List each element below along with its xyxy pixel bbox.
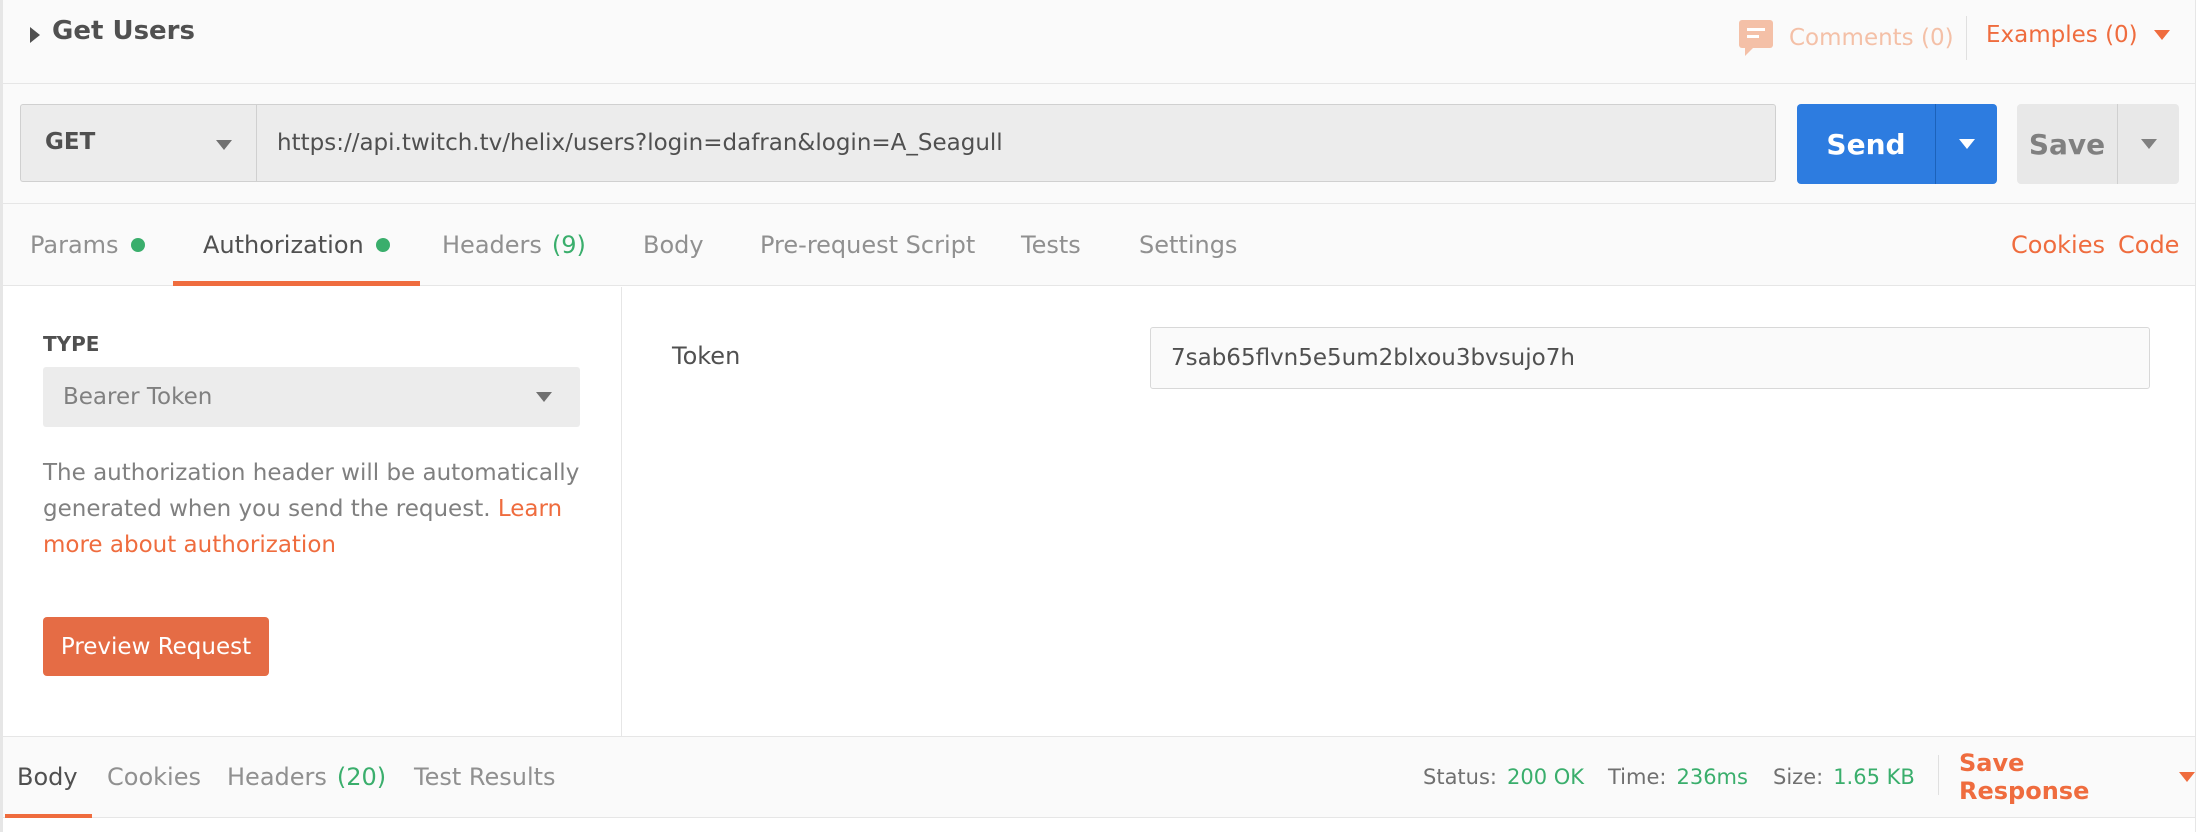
save-button[interactable]: Save: [2017, 104, 2117, 184]
preview-request-button[interactable]: Preview Request: [43, 617, 269, 676]
save-response-dropdown[interactable]: Save Response: [1959, 737, 2195, 817]
response-tab-headers-label: Headers: [227, 763, 327, 791]
token-label: Token: [672, 342, 741, 370]
time-readout: Time: 236ms: [1608, 737, 1748, 817]
response-bar: Body Cookies Headers (20) Test Results S…: [3, 736, 2195, 819]
response-tab-body-label: Body: [17, 763, 78, 791]
request-panel: Get Users Comments (0) Examples (0) GET: [0, 0, 2198, 832]
auth-type-value: Bearer Token: [63, 384, 213, 410]
send-button[interactable]: Send: [1797, 104, 1935, 184]
tab-settings-label: Settings: [1139, 231, 1238, 259]
response-tab-body[interactable]: Body: [5, 737, 92, 819]
scrollbar[interactable]: [2195, 0, 2210, 832]
code-link[interactable]: Code: [2118, 204, 2179, 286]
response-tab-test-results-label: Test Results: [414, 763, 556, 791]
auth-type-panel: TYPE Bearer Token The authorization head…: [3, 287, 622, 736]
response-tab-headers[interactable]: Headers (20): [227, 737, 386, 817]
status-value[interactable]: 200 OK: [1507, 765, 1584, 789]
response-tab-test-results[interactable]: Test Results: [414, 737, 556, 817]
tab-body[interactable]: Body: [643, 204, 704, 286]
status-label: Status:: [1423, 765, 1497, 789]
chevron-down-icon: [2140, 139, 2157, 149]
examples-label: Examples (0): [1986, 22, 2138, 48]
comments-label: Comments (0): [1789, 25, 1954, 51]
cookies-link[interactable]: Cookies: [2011, 204, 2105, 286]
size-readout: Size: 1.65 KB: [1773, 737, 1915, 817]
save-response-label: Save Response: [1959, 749, 2090, 805]
size-label: Size:: [1773, 765, 1824, 789]
status-readout: Status: 200 OK: [1423, 737, 1584, 817]
chevron-down-icon: [216, 140, 232, 150]
response-divider: [1938, 755, 1939, 795]
tab-prerequest-script[interactable]: Pre-request Script: [760, 204, 975, 286]
url-bar: GET https://api.twitch.tv/helix/users?lo…: [3, 84, 2195, 204]
method-select[interactable]: GET: [20, 104, 256, 182]
send-button-group: Send: [1797, 104, 1997, 184]
request-name[interactable]: Get Users: [52, 16, 195, 46]
send-options-button[interactable]: [1935, 104, 1997, 184]
save-button-group: Save: [2017, 104, 2179, 184]
tab-authorization[interactable]: Authorization: [173, 204, 420, 286]
examples-dropdown[interactable]: Examples (0): [1986, 22, 2170, 48]
tab-headers[interactable]: Headers (9): [442, 204, 586, 286]
tab-prerequest-label: Pre-request Script: [760, 231, 976, 259]
type-label: TYPE: [43, 332, 100, 356]
comments-button[interactable]: Comments (0): [1739, 18, 1954, 58]
comment-bubble-icon: [1739, 20, 1773, 56]
postman-window: Get Users Comments (0) Examples (0) GET: [0, 0, 2210, 832]
request-tabs: Params Authorization Headers (9) Body Pr…: [3, 204, 2195, 286]
tab-headers-label: Headers: [442, 231, 542, 259]
request-header: Get Users Comments (0) Examples (0): [3, 0, 2195, 84]
tab-tests-label: Tests: [1021, 231, 1081, 259]
tab-body-label: Body: [643, 231, 704, 259]
chevron-down-icon: [1958, 139, 1975, 149]
tab-settings[interactable]: Settings: [1139, 204, 1237, 286]
caret-right-icon[interactable]: [30, 27, 40, 43]
response-headers-count: (20): [336, 763, 387, 791]
active-dot-icon: [375, 238, 390, 252]
url-input[interactable]: https://api.twitch.tv/helix/users?login=…: [256, 104, 1776, 182]
response-body-area: [3, 818, 2195, 832]
auth-fields-panel: Token 7sab65flvn5e5um2blxou3bvsujo7h: [623, 287, 2198, 736]
auth-description: The authorization header will be automat…: [43, 455, 588, 563]
token-input[interactable]: 7sab65flvn5e5um2blxou3bvsujo7h: [1150, 327, 2150, 389]
active-dot-icon: [130, 238, 145, 252]
time-label: Time:: [1608, 765, 1667, 789]
auth-type-select[interactable]: Bearer Token: [43, 367, 580, 427]
size-value[interactable]: 1.65 KB: [1833, 765, 1915, 789]
tab-params[interactable]: Params: [30, 204, 145, 286]
method-label: GET: [45, 129, 96, 155]
save-options-button[interactable]: [2117, 104, 2179, 184]
chevron-down-icon: [536, 392, 552, 402]
tab-params-label: Params: [30, 231, 119, 259]
time-value[interactable]: 236ms: [1676, 765, 1747, 789]
response-tab-cookies[interactable]: Cookies: [107, 737, 201, 817]
headers-count: (9): [551, 231, 586, 259]
tab-tests[interactable]: Tests: [1021, 204, 1081, 286]
tab-authorization-label: Authorization: [203, 231, 364, 259]
header-divider: [1966, 16, 1967, 60]
chevron-down-icon: [2179, 772, 2195, 782]
response-tab-cookies-label: Cookies: [107, 763, 201, 791]
chevron-down-icon: [2153, 30, 2170, 40]
